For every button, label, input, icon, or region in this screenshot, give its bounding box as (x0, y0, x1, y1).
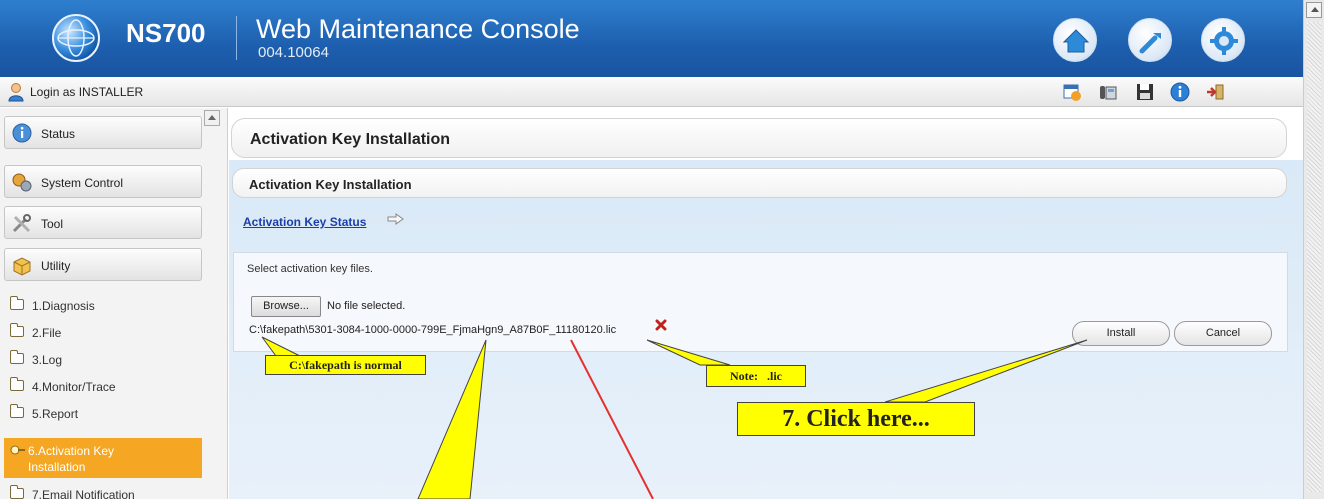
save-icon[interactable] (1135, 82, 1155, 102)
login-status: Login as INSTALLER (30, 85, 144, 99)
sidebar-category-label: System Control (41, 176, 124, 190)
browse-button[interactable]: Browse... (251, 296, 321, 317)
cancel-button[interactable]: Cancel (1174, 321, 1272, 346)
page-scrollbar[interactable] (1303, 0, 1324, 499)
box-icon (13, 257, 31, 276)
scroll-up-icon[interactable] (1306, 2, 1322, 18)
sidebar-item-diagnosis[interactable]: 1.Diagnosis (8, 295, 198, 317)
folder-icon (10, 377, 24, 391)
calendar-icon[interactable] (1062, 82, 1082, 102)
header-divider (236, 16, 237, 60)
page-title-bar: Activation Key Installation (231, 118, 1287, 158)
version-number: 004.10064 (258, 44, 329, 61)
phone-icon[interactable] (1098, 82, 1118, 102)
sidebar-item-log[interactable]: 3.Log (8, 349, 198, 371)
sidebar-category-status[interactable]: Status (4, 116, 202, 149)
sidebar-category-label: Status (41, 127, 76, 141)
file-status-text: No file selected. (327, 300, 406, 312)
section-title: Activation Key Installation (249, 177, 412, 192)
sidebar-item-label: 7.Email Notification (32, 488, 135, 499)
wrench-icon (1139, 33, 1161, 54)
folder-icon (10, 296, 24, 310)
gears-icon (12, 173, 32, 192)
page-title: Activation Key Installation (250, 131, 451, 148)
folder-icon (10, 350, 24, 364)
sidebar-item-file[interactable]: 2.File (8, 322, 198, 344)
logout-icon[interactable] (1205, 82, 1225, 102)
globe-logo-icon (52, 14, 100, 62)
sidebar-item-label: 6.Activation Key Installation (28, 444, 115, 474)
install-button[interactable]: Install (1072, 321, 1170, 346)
main-content: Activation Key Installation Activation K… (229, 108, 1303, 499)
gear-icon (1210, 27, 1238, 55)
tool-button[interactable] (1128, 18, 1172, 62)
ext-callout: Note: .lic (706, 365, 806, 387)
sidebar-item-email-notification[interactable]: 7.Email Notification (8, 484, 198, 499)
sidebar-item-report[interactable]: 5.Report (8, 403, 198, 425)
fakepath-callout: C:\fakepath is normal (265, 355, 426, 375)
settings-button[interactable] (1201, 18, 1245, 62)
sidebar-item-label: 4.Monitor/Trace (32, 380, 116, 394)
info-icon[interactable] (1170, 82, 1190, 102)
section-title-bar: Activation Key Installation (232, 168, 1287, 198)
selected-file-path: C:\fakepath\5301-3084-1000-0000-799E_Fjm… (249, 324, 617, 336)
sidebar-item-label: 1.Diagnosis (32, 299, 95, 313)
user-icon (8, 83, 24, 102)
sidebar-item-label: 5.Report (32, 407, 79, 421)
sidebar-item-label: 2.File (32, 326, 62, 340)
instruction-text: Select activation key files. (247, 263, 373, 275)
sidebar-scroll-up-icon[interactable] (204, 110, 220, 126)
home-icon (1062, 29, 1090, 53)
sidebar-category-system-control[interactable]: System Control (4, 165, 202, 198)
sidebar-category-label: Utility (41, 259, 71, 273)
remove-file-icon[interactable] (655, 319, 667, 331)
sidebar-category-tool[interactable]: Tool (4, 206, 202, 239)
sidebar-category-label: Tool (41, 217, 64, 231)
scroll-track[interactable] (1307, 22, 1321, 492)
sidebar-category-utility[interactable]: Utility (4, 248, 202, 281)
folder-icon (10, 404, 24, 418)
activation-key-icon (10, 445, 25, 455)
sidebar-item-activation-key-installation[interactable]: 6.Activation Key Installation (4, 438, 202, 478)
login-bar: Login as INSTALLER (0, 77, 1303, 107)
app-header: NS700 Web Maintenance Console 004.10064 (0, 0, 1303, 77)
click-here-callout: 7. Click here... (737, 402, 975, 436)
info-icon (12, 123, 32, 143)
sidebar-item-label: 3.Log (32, 353, 63, 367)
arrow-right-icon[interactable] (386, 212, 406, 226)
activation-key-status-link[interactable]: Activation Key Status (243, 215, 366, 229)
sidebar: Status System Control Tool Utility 1.Dia… (0, 108, 228, 499)
folder-icon (10, 323, 24, 337)
home-button[interactable] (1053, 18, 1097, 62)
model-name: NS700 (126, 18, 206, 48)
tools-icon (12, 214, 31, 233)
folder-icon (10, 485, 24, 499)
console-title: Web Maintenance Console (256, 14, 580, 44)
sidebar-item-monitor-trace[interactable]: 4.Monitor/Trace (8, 376, 198, 398)
